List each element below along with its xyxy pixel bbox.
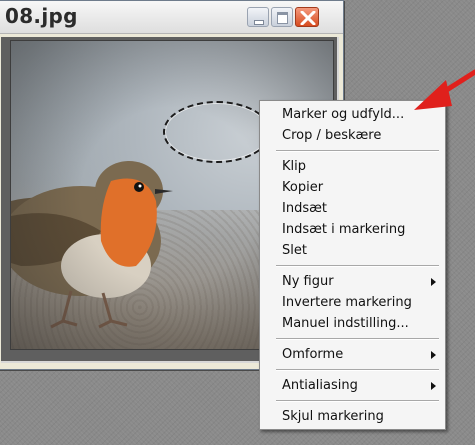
menu-item-ny-figur[interactable]: Ny figur (260, 271, 445, 292)
menu-separator (276, 150, 439, 152)
menu-item-kopier[interactable]: Kopier (260, 177, 445, 198)
maximize-button[interactable] (271, 7, 293, 27)
window-title: 08.jpg (5, 4, 78, 28)
ellipse-selection-marquee[interactable] (163, 101, 271, 163)
close-icon (300, 11, 316, 25)
menu-item-crop[interactable]: Crop / beskære (260, 125, 445, 146)
menu-item-invertere-markering[interactable]: Invertere markering (260, 292, 445, 313)
menu-separator (276, 369, 439, 371)
menu-item-indsaet-i-markering[interactable]: Indsæt i markering (260, 219, 445, 240)
menu-item-omforme[interactable]: Omforme (260, 344, 445, 365)
close-button[interactable] (295, 7, 319, 27)
menu-item-indsaet[interactable]: Indsæt (260, 198, 445, 219)
menu-item-slet[interactable]: Slet (260, 240, 445, 261)
menu-item-antialiasing[interactable]: Antialiasing (260, 375, 445, 396)
annotation-arrow-icon (414, 69, 475, 110)
menu-item-klip[interactable]: Klip (260, 156, 445, 177)
menu-item-manuel-indstilling[interactable]: Manuel indstilling... (260, 313, 445, 334)
menu-separator (276, 338, 439, 340)
minimize-button[interactable] (247, 7, 269, 27)
menu-item-skjul-markering[interactable]: Skjul markering (260, 406, 445, 427)
context-menu: Marker og udfyld... Crop / beskære Klip … (259, 100, 446, 430)
window-titlebar[interactable]: 08.jpg (0, 1, 343, 34)
menu-separator (276, 265, 439, 267)
menu-separator (276, 400, 439, 402)
